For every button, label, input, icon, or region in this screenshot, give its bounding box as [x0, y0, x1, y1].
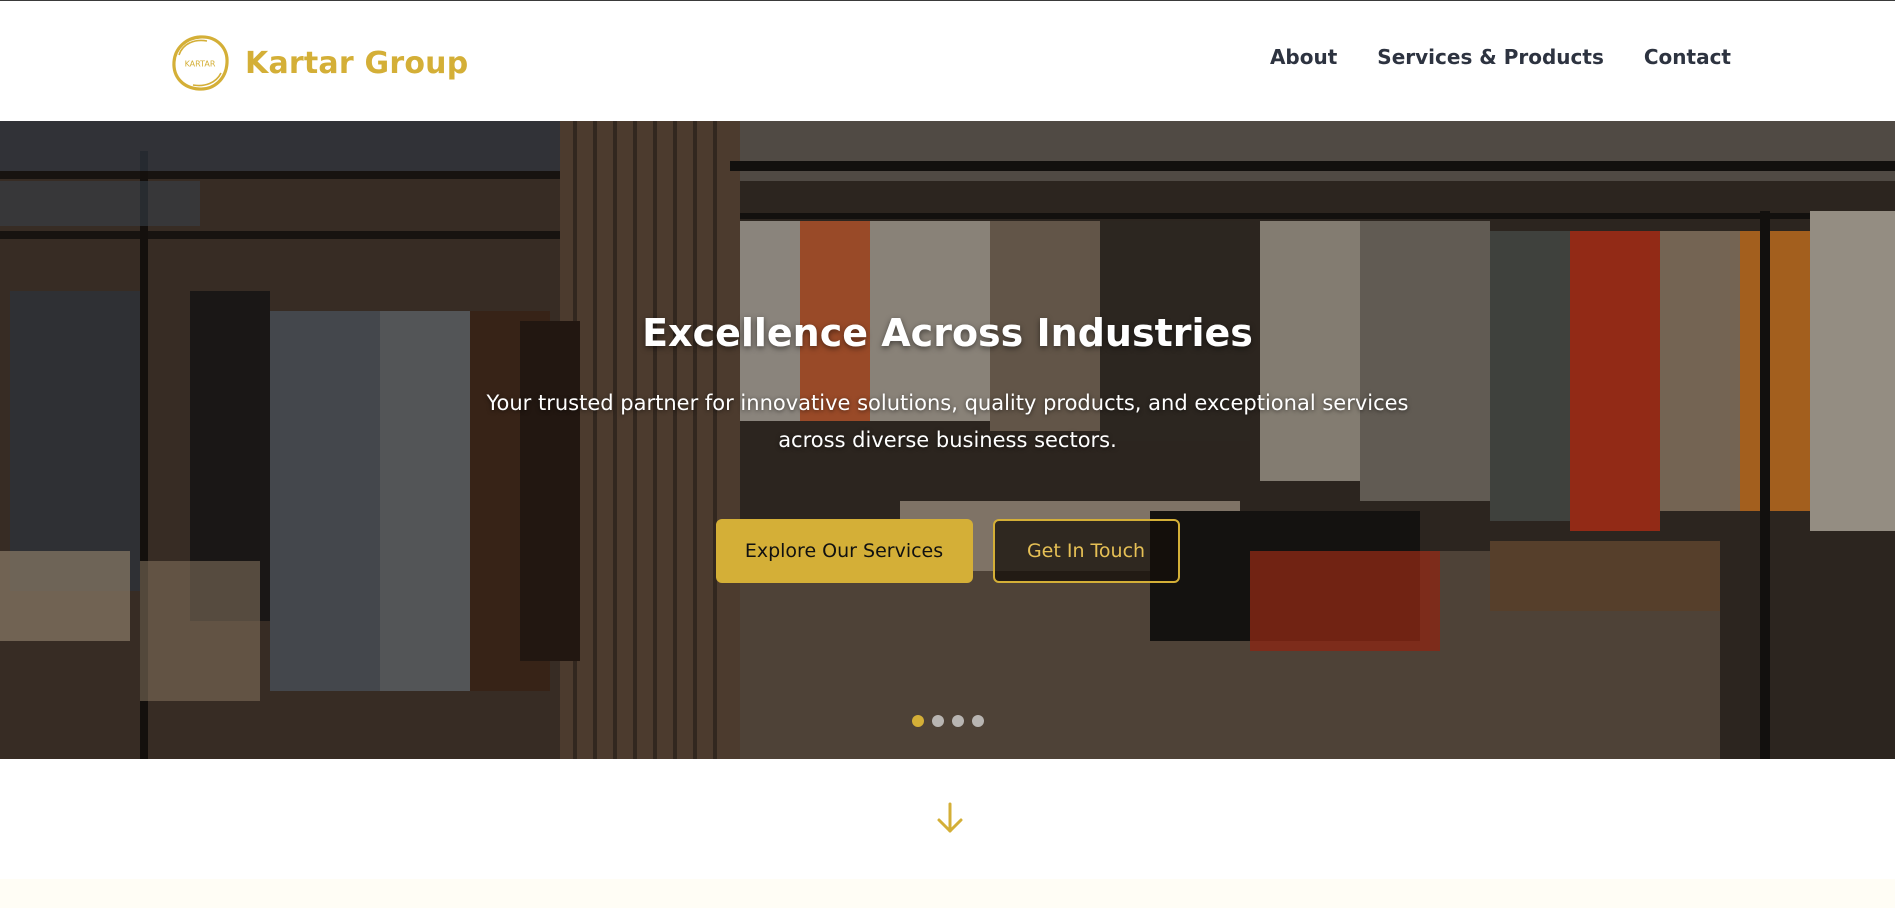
carousel-dot-3[interactable] [951, 715, 964, 727]
main-nav: About Services & Products Contact [1270, 45, 1731, 69]
nav-link-contact[interactable]: Contact [1644, 45, 1731, 69]
brand-name: Kartar Group [245, 45, 469, 81]
carousel-dot-2[interactable] [931, 715, 944, 727]
hero-button-group: Explore Our Services Get In Touch [0, 519, 1895, 583]
arrow-down-icon[interactable] [935, 801, 965, 835]
explore-services-button[interactable]: Explore Our Services [715, 519, 973, 583]
brand-link[interactable]: KARTAR Kartar Group [169, 33, 468, 93]
site-header: KARTAR Kartar Group About Services & Pro… [0, 1, 1895, 121]
carousel-dot-4[interactable] [971, 715, 984, 727]
hero-carousel: Excellence Across Industries Your truste… [0, 121, 1895, 759]
carousel-indicators [0, 715, 1895, 727]
get-in-touch-button[interactable]: Get In Touch [992, 519, 1180, 583]
hero-content: Excellence Across Industries Your truste… [0, 311, 1895, 583]
kartar-logo-icon: KARTAR [169, 33, 231, 93]
svg-text:KARTAR: KARTAR [185, 60, 216, 69]
next-section [0, 879, 1895, 908]
nav-link-services-products[interactable]: Services & Products [1377, 45, 1604, 69]
nav-link-about[interactable]: About [1270, 45, 1337, 69]
carousel-dot-1[interactable] [911, 715, 924, 727]
scroll-indicator-section [0, 759, 1895, 879]
hero-title: Excellence Across Industries [642, 311, 1253, 355]
hero-subtitle: Your trusted partner for innovative solu… [486, 391, 1409, 452]
